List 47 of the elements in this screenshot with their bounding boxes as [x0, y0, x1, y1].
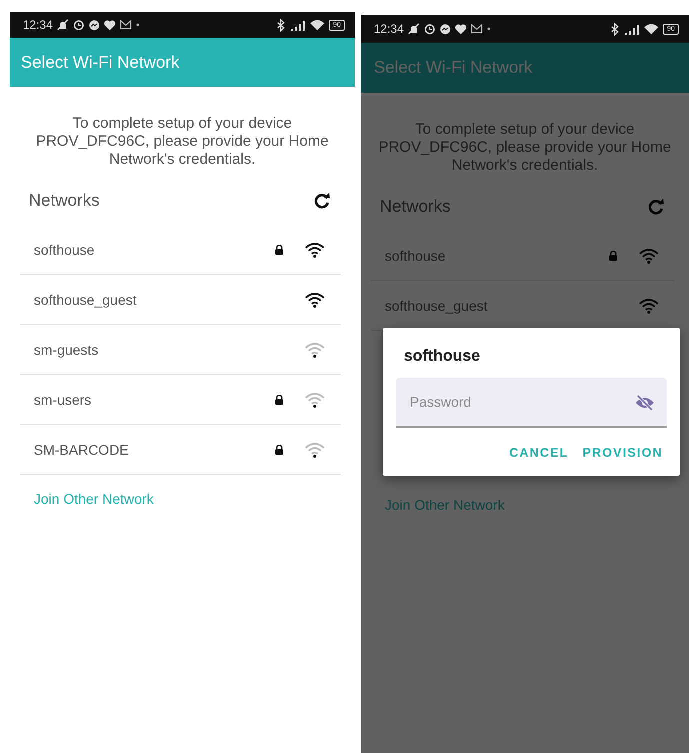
app-bar-title: Select Wi-Fi Network [10, 38, 355, 87]
network-name: softhouse [34, 242, 95, 258]
network-row[interactable]: sm-guests [20, 325, 341, 375]
mail-icon [471, 24, 484, 34]
alarm-icon [73, 19, 86, 31]
network-row[interactable]: softhouse_guest [20, 275, 341, 325]
password-field[interactable]: Password [396, 378, 667, 428]
network-row[interactable]: softhouse [371, 231, 675, 281]
dialog-button[interactable]: PROVISION [578, 442, 667, 464]
bluetooth-icon [275, 18, 288, 32]
network-name: softhouse_guest [34, 292, 137, 308]
join-network-link[interactable]: Join Other Network [34, 491, 154, 507]
signal-icon [625, 24, 640, 34]
mute-icon [57, 19, 70, 31]
refresh-icon[interactable] [313, 192, 331, 210]
eye-off-icon[interactable] [635, 395, 655, 411]
chat-icon [89, 20, 100, 30]
bluetooth-icon [609, 22, 622, 36]
network-name: softhouse_guest [385, 298, 488, 314]
network-name: sm-users [34, 392, 92, 408]
join-network-link[interactable]: Join Other Network [385, 497, 505, 513]
intro-text: To complete setup of your device PROV_DFC96C, please provide your Home Network's credentials. [35, 115, 330, 169]
section-heading: Networks [29, 191, 100, 211]
dot-icon [487, 27, 492, 31]
heart-icon [455, 24, 468, 34]
wifi-icon [310, 19, 326, 31]
network-name: sm-guests [34, 342, 99, 358]
mail-icon [120, 20, 132, 30]
network-row[interactable]: softhouse [20, 225, 341, 275]
dot-icon [136, 23, 140, 27]
network-row[interactable]: sm-users [20, 375, 341, 425]
chat-icon [440, 24, 452, 34]
heart-icon [104, 20, 116, 30]
section-heading: Networks [380, 197, 451, 217]
network-name: softhouse [385, 248, 446, 264]
clock-time: 12:34 [23, 18, 54, 32]
dialog-title: softhouse [403, 348, 482, 366]
alarm-icon [424, 23, 436, 35]
clock-time: 12:34 [374, 22, 404, 36]
wifi-icon [644, 23, 660, 35]
mute-icon [408, 23, 420, 35]
app-bar-title: Select Wi-Fi Network [361, 43, 689, 93]
network-name: SM-BARCODE [34, 442, 129, 458]
signal-icon [291, 20, 306, 30]
dialog-button[interactable]: CANCEL [505, 442, 573, 464]
intro-text: To complete setup of your device PROV_DFC96C, please provide your Home Network's credentials. [378, 121, 672, 175]
network-row[interactable]: SM-BARCODE [20, 425, 341, 475]
